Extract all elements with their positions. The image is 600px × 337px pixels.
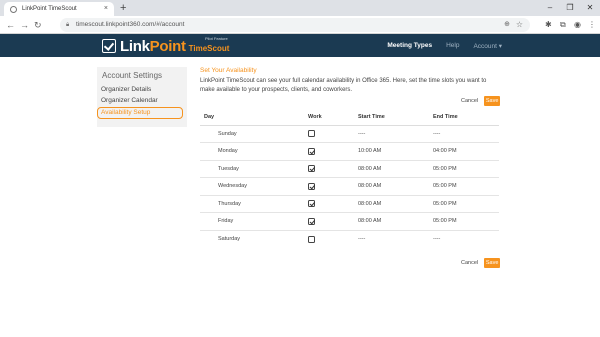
browser-tab[interactable]: LinkPoint TimeScout × — [4, 2, 114, 16]
zoom-icon[interactable]: ⊕ — [504, 18, 510, 32]
tab-title: LinkPoint TimeScout — [22, 6, 77, 12]
logo-check-icon — [102, 39, 116, 53]
work-checkbox[interactable] — [308, 200, 315, 208]
cancel-button-bottom[interactable]: Cancel — [461, 260, 478, 266]
table-row: Monday 10:00 AM 04:00 PM — [200, 142, 499, 160]
page-description: LinkPoint TimeScout can see your full ca… — [200, 78, 487, 93]
work-checkbox[interactable] — [308, 130, 315, 138]
end-time[interactable]: 04:00 PM — [429, 142, 499, 160]
work-checkbox[interactable] — [308, 147, 315, 155]
nav-account[interactable]: Account ▾ — [473, 42, 502, 50]
table-row: Friday 08:00 AM 05:00 PM — [200, 212, 499, 230]
logo-tagline: Pilot Feature — [205, 36, 228, 41]
day-label: Saturday — [218, 236, 241, 242]
start-time[interactable]: 08:00 AM — [354, 177, 429, 195]
lock-icon: 🔒︎ — [66, 22, 70, 28]
work-checkbox[interactable] — [308, 165, 315, 173]
day-label: Wednesday — [218, 183, 247, 190]
bookmark-star-icon[interactable]: ☆ — [516, 18, 523, 32]
back-icon[interactable]: ← — [6, 18, 15, 32]
availability-table: Day Work Start Time End Time Sunday ----… — [200, 110, 499, 248]
browser-tabstrip: LinkPoint TimeScout × + – ❐ ✕ — [0, 0, 600, 16]
account-settings-sidebar: Account Settings Organizer Details Organ… — [97, 67, 187, 127]
logo-accent: Point — [149, 37, 186, 55]
table-row: Sunday ---- ---- — [200, 125, 499, 143]
new-tab-button[interactable]: + — [120, 1, 126, 15]
sidebar-item-organizer-details[interactable]: Organizer Details — [101, 86, 151, 93]
end-time[interactable]: 05:00 PM — [429, 194, 499, 213]
page-title: Set Your Availability — [200, 67, 257, 74]
logo-text: LinkPoint — [120, 38, 186, 55]
top-actions: Cancel Save — [461, 96, 501, 106]
tab-close-icon[interactable]: × — [104, 2, 108, 16]
start-time[interactable]: 08:00 AM — [354, 194, 429, 213]
day-label: Thursday — [218, 200, 241, 207]
day-label: Sunday — [218, 130, 237, 137]
column-header-end-time: End Time — [429, 110, 499, 126]
extension-icon[interactable]: ✱ — [545, 19, 552, 31]
end-time[interactable]: 05:00 PM — [429, 159, 499, 178]
logo-main: Link — [120, 37, 150, 55]
maximize-button[interactable]: ❐ — [560, 0, 580, 16]
work-checkbox[interactable] — [308, 182, 315, 190]
work-checkbox[interactable] — [308, 235, 315, 243]
close-window-button[interactable]: ✕ — [580, 0, 600, 16]
sidebar-title: Account Settings — [102, 71, 163, 80]
save-button-bottom[interactable]: Save — [484, 258, 501, 268]
address-bar[interactable]: 🔒︎ timescout.linkpoint360.com/#/account … — [60, 18, 530, 32]
nav-meeting-types[interactable]: Meeting Types — [387, 42, 432, 49]
start-time[interactable]: ---- — [354, 229, 429, 248]
sidebar-item-organizer-calendar[interactable]: Organizer Calendar — [101, 97, 158, 104]
start-time[interactable]: 10:00 AM — [354, 142, 429, 160]
cancel-button-top[interactable]: Cancel — [461, 98, 478, 104]
end-time[interactable]: ---- — [429, 125, 499, 143]
url-text: timescout.linkpoint360.com/#/account — [76, 21, 185, 28]
start-time[interactable]: ---- — [354, 125, 429, 143]
table-row: Wednesday 08:00 AM 05:00 PM — [200, 177, 499, 195]
app-header: LinkPoint TimeScout Pilot Feature Meetin… — [0, 34, 600, 57]
day-label: Tuesday — [218, 165, 239, 172]
table-row: Tuesday 08:00 AM 05:00 PM — [200, 159, 499, 178]
work-checkbox[interactable] — [308, 217, 315, 225]
table-row: Saturday ---- ---- — [200, 229, 499, 248]
start-time[interactable]: 08:00 AM — [354, 212, 429, 230]
puzzle-icon[interactable]: ⧉ — [560, 19, 566, 31]
column-header-day: Day — [200, 110, 304, 126]
favicon-icon — [10, 6, 17, 13]
column-header-start-time: Start Time — [354, 110, 429, 126]
table-header-row: Day Work Start Time End Time — [200, 110, 499, 126]
save-button-top[interactable]: Save — [484, 96, 501, 106]
table-row: Thursday 08:00 AM 05:00 PM — [200, 194, 499, 213]
reload-icon[interactable]: ↻ — [34, 18, 42, 32]
nav-help[interactable]: Help — [446, 42, 459, 49]
minimize-button[interactable]: – — [540, 0, 560, 16]
end-time[interactable]: 05:00 PM — [429, 212, 499, 230]
sidebar-item-availability-setup[interactable]: Availability Setup — [97, 107, 183, 119]
browser-toolbar: ← → ↻ 🔒︎ timescout.linkpoint360.com/#/ac… — [0, 16, 600, 34]
column-header-work: Work — [304, 110, 354, 126]
day-label: Friday — [218, 218, 234, 225]
end-time[interactable]: ---- — [429, 229, 499, 248]
forward-icon[interactable]: → — [20, 18, 29, 32]
start-time[interactable]: 08:00 AM — [354, 159, 429, 178]
end-time[interactable]: 05:00 PM — [429, 177, 499, 195]
menu-dots-icon[interactable]: ⋮ — [588, 19, 596, 31]
profile-icon[interactable]: ◉ — [574, 19, 581, 31]
window-controls: – ❐ ✕ — [540, 0, 600, 16]
app-nav: Meeting Types Help Account ▾ — [387, 34, 502, 57]
day-label: Monday — [218, 148, 238, 155]
bottom-actions: Cancel Save — [461, 258, 501, 268]
availability-rows: Sunday ---- ---- Monday 10:00 AM 04:00 P… — [200, 125, 499, 248]
logo-subtitle: TimeScout — [188, 44, 230, 53]
